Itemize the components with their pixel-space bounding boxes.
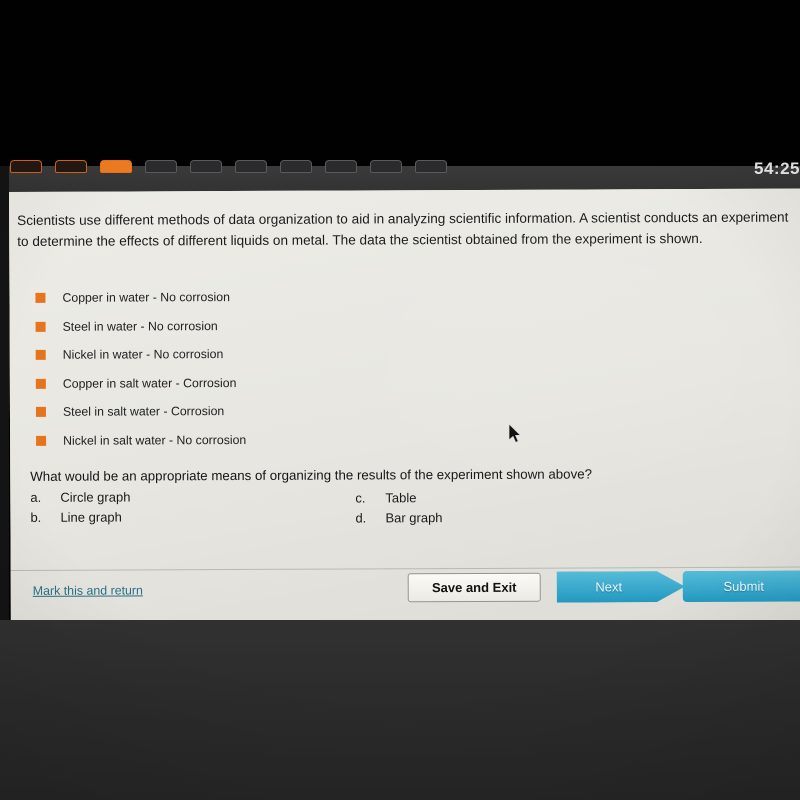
list-item-label: Copper in salt water - Corrosion <box>62 375 237 391</box>
save-and-exit-button[interactable]: Save and Exit <box>407 572 541 603</box>
square-bullet-icon <box>36 435 47 446</box>
question-page: Scientists use different methods of data… <box>9 188 800 624</box>
step-tab-4[interactable] <box>145 160 177 173</box>
list-item-label: Steel in salt water - Corrosion <box>62 404 225 420</box>
list-item: Nickel in water - No corrosion <box>35 339 456 369</box>
step-tab-1[interactable] <box>10 160 42 173</box>
action-bar: Mark this and return Save and Exit Next … <box>11 568 800 624</box>
list-item-label: Nickel in salt water - No corrosion <box>63 432 247 448</box>
step-tab-5[interactable] <box>190 160 222 173</box>
square-bullet-icon <box>35 293 46 304</box>
square-bullet-icon <box>35 321 46 332</box>
answer-letter-a: a. <box>30 489 42 505</box>
step-tab-2[interactable] <box>55 160 87 173</box>
question-prompt: What would be an appropriate means of or… <box>30 466 593 484</box>
answer-text-c: Table <box>385 490 417 506</box>
question-step-tabs <box>10 160 447 173</box>
list-item: Copper in salt water - Corrosion <box>35 368 456 398</box>
answer-letter-b: b. <box>30 509 42 525</box>
list-item-label: Copper in water - No corrosion <box>62 290 230 306</box>
answer-text-a: Circle graph <box>60 489 131 505</box>
list-item: Nickel in salt water - No corrosion <box>36 425 456 455</box>
square-bullet-icon <box>35 407 46 418</box>
step-tab-7[interactable] <box>280 160 312 173</box>
list-item: Steel in salt water - Corrosion <box>35 396 456 426</box>
photo-of-screen: 54:25 Scientists use different methods o… <box>0 0 800 800</box>
answer-choice-c[interactable]: c. Table <box>355 490 416 505</box>
step-tab-9[interactable] <box>370 160 402 173</box>
answer-choices: a. Circle graph b. Line graph c. Table d… <box>30 487 630 532</box>
square-bullet-icon <box>35 350 46 361</box>
next-button[interactable]: Next <box>557 571 685 603</box>
answer-choice-a[interactable]: a. Circle graph <box>30 489 130 504</box>
answer-choice-b[interactable]: b. Line graph <box>30 510 122 525</box>
monitor-bezel-bottom <box>0 620 800 800</box>
answer-choice-d[interactable]: d. Bar graph <box>355 510 442 525</box>
step-tab-8[interactable] <box>325 160 357 173</box>
list-item-label: Nickel in water - No corrosion <box>62 347 224 363</box>
square-bullet-icon <box>35 378 46 389</box>
list-item: Steel in water - No corrosion <box>35 311 456 341</box>
monitor-bezel-top <box>0 0 800 166</box>
list-item: Copper in water - No corrosion <box>35 282 455 312</box>
answer-text-b: Line graph <box>60 509 122 525</box>
experiment-data-list: Copper in water - No corrosion Steel in … <box>35 282 456 455</box>
answer-letter-c: c. <box>355 490 366 506</box>
submit-button[interactable]: Submit <box>682 570 800 603</box>
answer-text-d: Bar graph <box>385 510 443 526</box>
list-item-label: Steel in water - No corrosion <box>62 318 218 334</box>
countdown-timer: 54:25 <box>754 159 800 178</box>
mark-this-and-return-link[interactable]: Mark this and return <box>33 583 143 597</box>
answer-letter-d: d. <box>355 510 367 526</box>
question-stem: Scientists use different methods of data… <box>17 209 789 249</box>
step-tab-3[interactable] <box>100 160 132 173</box>
step-tab-6[interactable] <box>235 160 267 173</box>
step-tab-10[interactable] <box>415 160 447 173</box>
monitor-bezel-left <box>0 166 9 636</box>
